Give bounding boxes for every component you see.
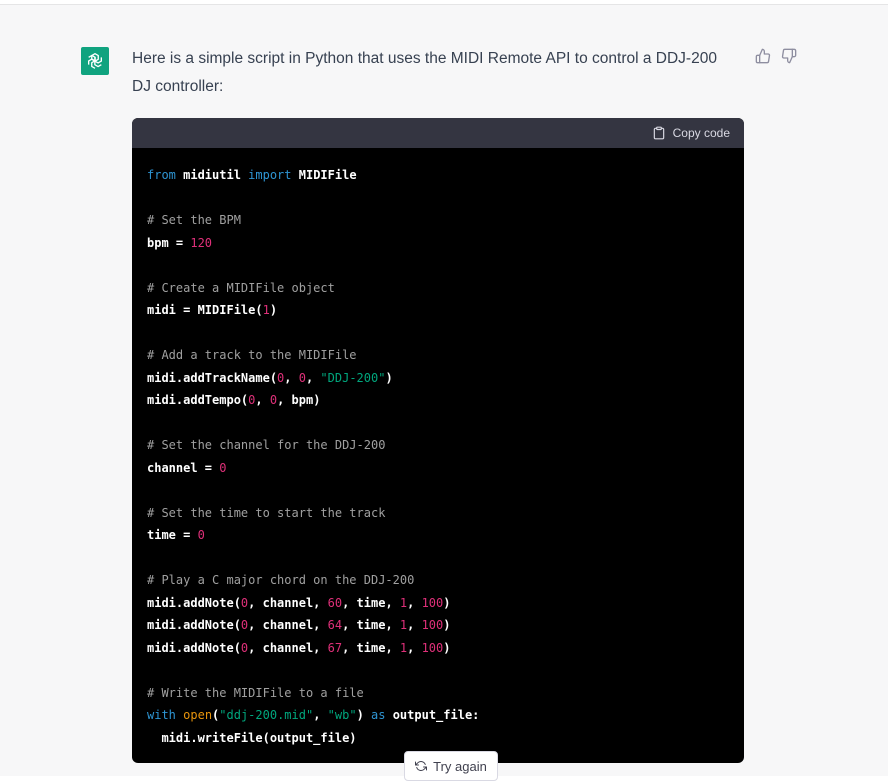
code-token: 0: [269, 393, 278, 407]
code-token: ): [443, 618, 451, 632]
code-line: from midiutil import MIDIFile: [147, 168, 357, 182]
code-token: ,: [255, 393, 270, 407]
code-token: from: [147, 168, 176, 182]
code-token: ,: [284, 370, 299, 385]
code-token: as: [371, 708, 386, 722]
code-line: # Play a C major chord on the DDJ-200: [147, 573, 414, 587]
code-token: 0: [219, 460, 227, 475]
code-token: midi.addNote(: [147, 640, 241, 655]
code-token: 64: [327, 618, 343, 632]
code-line: bpm = 120: [147, 236, 212, 250]
code-token: midi.addTrackName(: [147, 370, 278, 385]
code-token: channel =: [147, 460, 220, 475]
code-content[interactable]: from midiutil import MIDIFile # Set the …: [132, 148, 744, 763]
code-line: channel = 0: [147, 461, 226, 475]
code-token: time =: [147, 528, 198, 542]
code-token: MIDIFile: [291, 168, 357, 182]
assistant-avatar: [81, 47, 109, 75]
code-token: import: [248, 168, 292, 182]
code-token: # Write the MIDIFile to a file: [147, 685, 364, 700]
code-token: # Set the channel for the DDJ-200: [147, 438, 386, 452]
code-line: # Set the time to start the track: [147, 506, 385, 520]
code-token: ,: [313, 708, 328, 722]
copy-code-label: Copy code: [672, 126, 730, 140]
code-token: "ddj-200.mid": [219, 708, 314, 722]
code-line: midi = MIDIFile(1): [147, 303, 277, 317]
code-line: # Add a track to the MIDIFile: [147, 348, 357, 362]
code-token: # Play a C major chord on the DDJ-200: [147, 573, 415, 587]
code-line: midi.addNote(0, channel, 60, time, 1, 10…: [147, 596, 451, 610]
assistant-message: Here is a simple script in Python that u…: [0, 5, 888, 776]
code-token: 100: [421, 595, 444, 610]
code-token: 120: [190, 235, 213, 250]
code-token: # Create a MIDIFile object: [147, 280, 335, 295]
code-line: midi.addNote(0, channel, 67, time, 1, 10…: [147, 641, 451, 655]
code-token: midi.addNote(: [147, 595, 241, 610]
code-token: 0: [298, 370, 306, 385]
code-token: , bpm): [277, 393, 321, 407]
code-token: , time,: [342, 618, 400, 632]
code-line: midi.addTempo(0, 0, bpm): [147, 393, 320, 407]
code-line: # Set the BPM: [147, 213, 241, 227]
code-line: midi.addNote(0, channel, 64, time, 1, 10…: [147, 618, 451, 632]
thumbs-up-button[interactable]: [755, 48, 773, 66]
code-token: , channel,: [248, 595, 328, 610]
code-line: with open("ddj-200.mid", "wb") as output…: [147, 708, 479, 722]
code-token: ,: [407, 595, 422, 610]
code-line: # Set the channel for the DDJ-200: [147, 438, 385, 452]
code-token: 100: [421, 618, 444, 632]
code-token: ): [443, 595, 451, 610]
code-token: midi = MIDIFile(: [147, 303, 263, 317]
code-token: 1: [262, 303, 270, 317]
code-token: "DDJ-200": [320, 370, 386, 385]
try-again-label: Try again: [433, 758, 487, 774]
code-token: 100: [421, 640, 444, 655]
code-token: ): [385, 370, 393, 385]
code-token: # Add a track to the MIDIFile: [147, 348, 357, 362]
code-token: ): [443, 640, 451, 655]
message-text: Here is a simple script in Python that u…: [132, 50, 717, 95]
code-token: midi.addNote(: [147, 618, 241, 632]
code-token: 67: [327, 640, 343, 655]
openai-logo-icon: [88, 53, 103, 69]
code-token: ,: [407, 640, 422, 655]
code-token: ): [356, 708, 372, 722]
code-token: midi.writeFile(output_file): [147, 730, 357, 745]
refresh-icon: [415, 760, 428, 772]
code-line: # Create a MIDIFile object: [147, 281, 335, 295]
code-token: open: [183, 708, 213, 722]
code-token: midiutil: [175, 168, 249, 182]
code-line: midi.addTrackName(0, 0, "DDJ-200"): [147, 371, 393, 385]
code-line: # Write the MIDIFile to a file: [147, 686, 364, 700]
code-token: , channel,: [248, 640, 328, 655]
code-token: , channel,: [248, 618, 328, 632]
code-block: Copy code from midiutil import MIDIFile …: [132, 118, 744, 763]
code-token: ): [269, 303, 278, 317]
code-token: 0: [197, 528, 205, 542]
feedback-buttons: [755, 48, 799, 66]
code-token: # Set the time to start the track: [147, 505, 386, 520]
code-line: time = 0: [147, 528, 205, 542]
try-again-button[interactable]: Try again: [404, 751, 498, 781]
thumbs-down-icon: [781, 48, 797, 64]
code-block-header: Copy code: [132, 118, 744, 148]
code-token: , time,: [342, 595, 400, 610]
code-token: "wb": [327, 708, 357, 722]
thumbs-up-icon: [755, 48, 771, 64]
clipboard-icon: [653, 126, 664, 140]
code-token: ,: [305, 370, 321, 385]
code-token: 60: [327, 595, 343, 610]
code-token: with: [147, 708, 176, 722]
code-line: midi.writeFile(output_file): [147, 730, 357, 745]
thumbs-down-button[interactable]: [781, 48, 799, 66]
copy-code-button[interactable]: Copy code: [652, 126, 730, 140]
code-token: output_file:: [385, 708, 480, 722]
code-token: bpm =: [147, 235, 191, 250]
code-token: # Set the BPM: [147, 213, 241, 227]
code-token: ,: [407, 618, 422, 632]
code-token: midi.addTempo(: [147, 393, 249, 407]
code-token: , time,: [342, 640, 400, 655]
